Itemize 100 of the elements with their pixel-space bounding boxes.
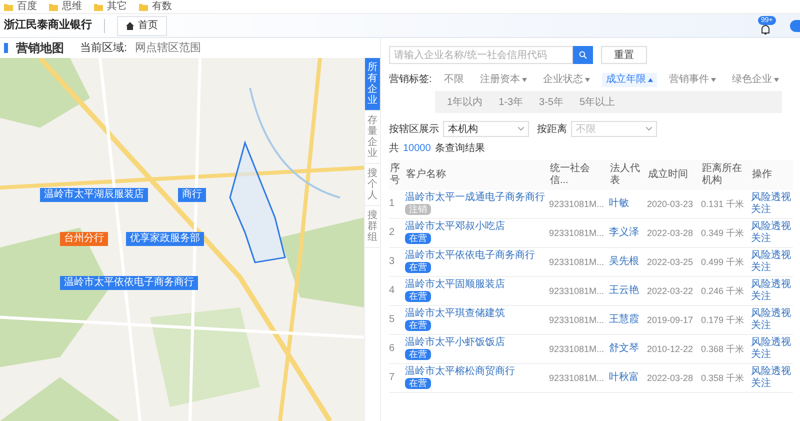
company-link[interactable]: 温岭市太平依依电子商务商行 [405,250,549,262]
search-icon [579,51,587,59]
credit-code-cell: 92331081M... [549,248,609,276]
tag-filter[interactable]: 企业状态 [538,72,594,86]
year-option[interactable]: 5年以上 [579,94,616,110]
action-link[interactable]: 风险透视 [751,337,793,349]
bookmark-link[interactable]: 有数 [152,0,172,12]
company-link[interactable]: 温岭市太平邓叔小吃店 [405,221,549,233]
search-button[interactable] [573,46,593,64]
action-link[interactable]: 风险透视 [751,192,793,204]
index-cell: 1 [389,190,405,218]
legal-rep-link[interactable]: 王云艳 [609,276,647,306]
filter-select[interactable]: 本机构 [443,121,529,137]
year-option[interactable]: 1-3年 [498,94,524,110]
column-header: 序号 [389,160,405,190]
tag-filter[interactable]: 注册资本 [476,72,531,86]
column-header: 成立时间 [647,160,701,190]
tag-filter[interactable]: 成立年限 [602,72,657,86]
caret-icon [522,78,527,82]
chevron-icon [646,127,652,131]
index-cell: 6 [389,334,405,364]
tag-filter[interactable]: 绿色企业 [728,72,783,86]
legal-rep-link[interactable]: 吴先根 [609,248,647,276]
user-avatar[interactable] [790,20,800,32]
legal-rep-link[interactable]: 李义泽 [609,218,647,248]
action-link[interactable]: 风险透视 [751,250,793,262]
company-link[interactable]: 温岭市太平固顺服装店 [405,279,549,291]
action-link[interactable]: 关注 [751,349,793,361]
index-cell: 7 [389,364,405,392]
legal-rep-link[interactable]: 舒文琴 [609,334,647,364]
company-marker[interactable]: 商行 [178,188,206,202]
column-header: 距离所在机构 [701,160,751,190]
folder-icon [49,2,58,10]
credit-code-cell: 92331081M... [549,364,609,392]
status-tag: 注销 [405,204,431,215]
action-link[interactable]: 风险透视 [751,308,793,320]
year-option[interactable]: 1年以内 [447,94,483,110]
credit-code-cell: 92331081M... [549,276,609,306]
date-cell: 2022-03-22 [647,276,701,306]
region-label: 当前区域: [80,40,128,56]
search-field[interactable]: 请输入企业名称/统一社会信用代码 [389,46,573,64]
legal-rep-link[interactable]: 叶敏 [609,190,647,218]
date-cell: 2022-03-28 [647,364,701,392]
reset-button[interactable]: 重置 [601,46,647,64]
chevron-icon [518,127,524,131]
page-title: 营销地图 [16,40,64,57]
result-suffix: 条查询结果 [434,142,485,156]
caret-icon [774,78,779,82]
distance-cell: 0.368 千米 [701,334,751,364]
distance-cell: 0.499 千米 [701,248,751,276]
company-marker[interactable]: 温岭市太平湖辰服装店 [40,188,148,202]
action-link[interactable]: 关注 [751,262,793,274]
credit-code-cell: 92331081M... [549,218,609,248]
company-link[interactable]: 温岭市太平榕松商贸商行 [405,366,549,378]
status-tag: 在营 [405,291,431,302]
action-link[interactable]: 关注 [751,233,793,245]
branch-marker[interactable]: 台州分行 [60,232,108,246]
company-link[interactable]: 温岭市太平一成通电子商务商行 [405,192,549,204]
action-link[interactable]: 风险透视 [751,221,793,233]
column-header: 客户名称 [405,160,549,190]
distance-cell: 0.179 千米 [701,306,751,334]
home-tab[interactable]: 首页 [117,16,167,36]
distance-cell: 0.358 千米 [701,364,751,392]
action-link[interactable]: 关注 [751,378,793,390]
bell-icon[interactable] [761,24,770,34]
date-cell: 2019-09-17 [647,306,701,334]
action-link[interactable]: 风险透视 [751,279,793,291]
legal-rep-link[interactable]: 叶秋富 [609,364,647,392]
action-link[interactable]: 关注 [751,291,793,303]
company-link[interactable]: 温岭市太平琪查储建筑 [405,308,549,320]
column-header: 操作 [751,160,793,190]
tag-filter[interactable]: 不限 [440,72,468,86]
folder-icon [4,2,13,10]
bookmark-link[interactable]: 思维 [62,0,82,12]
side-tab[interactable]: 所有企业 [365,58,380,111]
tag-filter[interactable]: 营销事件 [664,72,720,86]
result-prefix: 共 [389,142,399,156]
status-tag: 在营 [405,233,431,244]
action-link[interactable]: 风险透视 [751,366,793,378]
status-tag: 在营 [405,320,431,331]
distance-cell: 0.131 千米 [701,190,751,218]
legal-rep-link[interactable]: 王慧霞 [609,306,647,334]
date-cell: 2010-12-22 [647,334,701,364]
company-marker[interactable]: 优享家政服务部 [126,232,204,246]
folder-icon [94,2,103,10]
company-marker[interactable]: 温岭市太平依依电子商务商行 [60,276,198,290]
company-link[interactable]: 温岭市太平小虾饭饭店 [405,337,549,349]
index-cell: 3 [389,248,405,276]
bookmark-link[interactable]: 百度 [17,0,37,12]
column-header: 法人代表 [609,160,647,190]
date-cell: 2020-03-23 [647,190,701,218]
distance-cell: 0.349 千米 [701,218,751,248]
credit-code-cell: 92331081M... [549,334,609,364]
index-cell: 2 [389,218,405,248]
filter-label: 按辖区展示 [389,122,439,136]
folder-icon [139,2,148,10]
action-link[interactable]: 关注 [751,320,793,332]
year-option[interactable]: 3-5年 [539,94,564,110]
bookmark-link[interactable]: 其它 [107,0,127,12]
action-link[interactable]: 关注 [751,204,793,216]
